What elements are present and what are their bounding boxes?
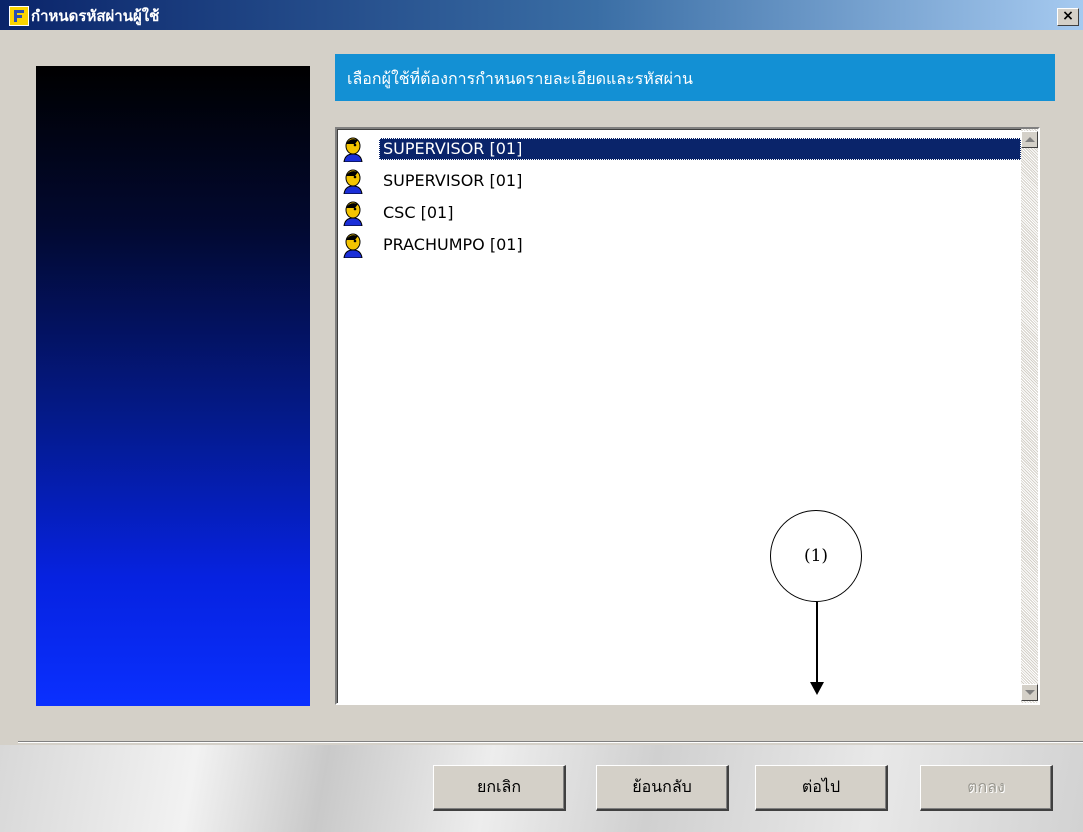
window-title: กำหนดรหัสผ่านผู้ใช้	[31, 7, 160, 25]
user-name: CSC [01]	[383, 203, 454, 222]
side-banner	[36, 66, 310, 706]
list-item[interactable]: PRACHUMPO [01]	[339, 229, 1021, 261]
next-button[interactable]: ต่อไป	[755, 765, 888, 811]
chevron-down-icon	[1025, 690, 1035, 695]
user-icon	[343, 233, 363, 258]
user-name: PRACHUMPO [01]	[383, 235, 523, 254]
scroll-down-button[interactable]	[1021, 684, 1038, 701]
vertical-scrollbar[interactable]	[1021, 129, 1038, 703]
annotation-arrow-line	[816, 602, 818, 684]
arrow-down-icon	[810, 682, 824, 695]
scroll-up-button[interactable]	[1021, 131, 1038, 148]
instruction-text: เลือกผู้ใช้ที่ต้องการกำหนดรายละเอียดและร…	[347, 69, 693, 88]
back-button[interactable]: ย้อนกลับ	[596, 765, 729, 811]
chevron-up-icon	[1025, 137, 1035, 142]
list-item[interactable]: SUPERVISOR [01]	[339, 133, 1021, 165]
list-item[interactable]: SUPERVISOR [01]	[339, 165, 1021, 197]
user-icon	[343, 201, 363, 226]
instruction-header: เลือกผู้ใช้ที่ต้องการกำหนดรายละเอียดและร…	[335, 54, 1055, 101]
list-item[interactable]: CSC [01]	[339, 197, 1021, 229]
user-icon	[343, 169, 363, 194]
user-name: SUPERVISOR [01]	[379, 138, 1021, 160]
title-bar: กำหนดรหัสผ่านผู้ใช้ ×	[0, 0, 1083, 30]
app-icon	[9, 6, 29, 26]
annotation-callout: (1)	[770, 510, 862, 602]
user-listbox[interactable]: SUPERVISOR [01] SUPERVISOR [01] CSC [01]	[335, 127, 1040, 705]
divider	[18, 741, 1083, 743]
close-button[interactable]: ×	[1057, 8, 1079, 26]
user-list-items: SUPERVISOR [01] SUPERVISOR [01] CSC [01]	[339, 133, 1021, 261]
annotation-label: (1)	[803, 546, 829, 566]
ok-button[interactable]: ตกลง	[920, 765, 1053, 811]
user-icon	[343, 137, 363, 162]
cancel-button[interactable]: ยกเลิก	[433, 765, 566, 811]
user-name: SUPERVISOR [01]	[383, 171, 523, 190]
